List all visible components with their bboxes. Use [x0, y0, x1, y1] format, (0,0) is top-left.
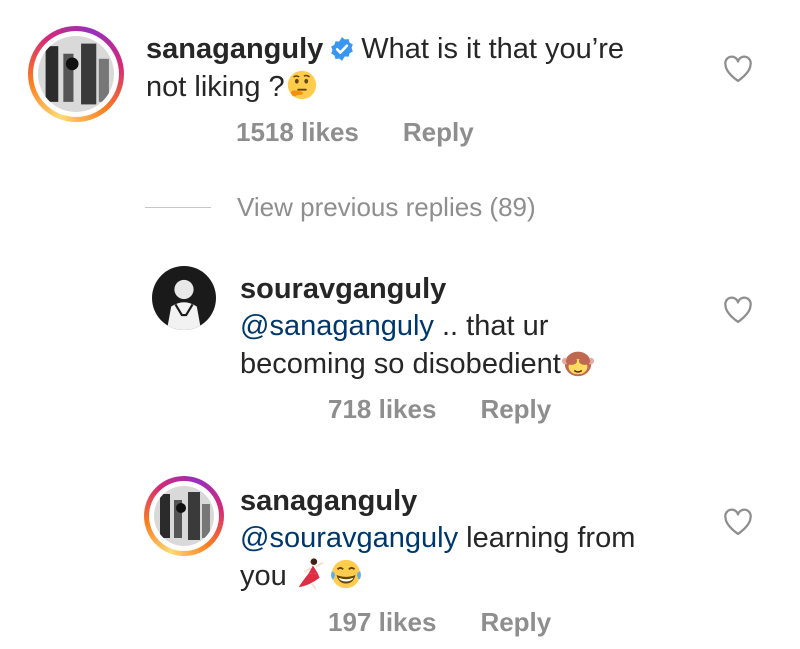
comment-username[interactable]: sanaganguly: [240, 485, 417, 517]
comment-body: sanaganguly @souravganguly learning from…: [240, 483, 700, 595]
comment-text: .. that ur: [433, 310, 549, 342]
profile-photo: [152, 266, 216, 330]
likes-count[interactable]: 1518 likes: [236, 117, 359, 147]
reply-button[interactable]: Reply: [480, 607, 551, 637]
comment-meta: 197 likes Reply: [328, 607, 595, 638]
likes-count[interactable]: 197 likes: [328, 607, 436, 637]
face-with-tears-of-joy-icon: [330, 559, 361, 589]
profile-photo: [154, 486, 214, 546]
comment-meta: 718 likes Reply: [328, 394, 595, 425]
like-heart-icon[interactable]: [723, 296, 753, 324]
verified-badge-icon: [331, 37, 354, 61]
profile-photo: [38, 36, 114, 112]
reply-button[interactable]: Reply: [480, 394, 551, 424]
avatar[interactable]: [144, 476, 224, 556]
mention-link[interactable]: @sanaganguly: [240, 310, 434, 342]
view-previous-label[interactable]: View previous replies (89): [237, 192, 536, 223]
avatar[interactable]: [152, 266, 216, 330]
comment-username[interactable]: sanaganguly: [146, 33, 323, 65]
reply-button[interactable]: Reply: [403, 117, 474, 147]
view-previous-replies[interactable]: View previous replies (89): [145, 192, 536, 223]
likes-count[interactable]: 718 likes: [328, 394, 436, 424]
dancer-icon: [298, 558, 324, 590]
avatar[interactable]: [28, 26, 124, 122]
comment-meta: 1518 likes Reply: [236, 117, 518, 148]
mention-link[interactable]: @souravganguly: [240, 522, 458, 554]
comment-body: sanaganguly What is it that you’re not l…: [146, 31, 666, 106]
see-no-evil-monkey-icon: [561, 351, 594, 377]
like-heart-icon[interactable]: [723, 55, 753, 83]
comment-text: learning from: [458, 522, 636, 554]
thinking-face-icon: [287, 70, 316, 100]
like-heart-icon[interactable]: [723, 508, 753, 536]
comment-username[interactable]: souravganguly: [240, 273, 446, 305]
divider-line: [145, 207, 211, 208]
comment-text: becoming so disobedient: [240, 348, 561, 380]
comment-body: souravganguly @sanaganguly .. that ur be…: [240, 271, 700, 383]
comment-text: you: [240, 560, 287, 592]
